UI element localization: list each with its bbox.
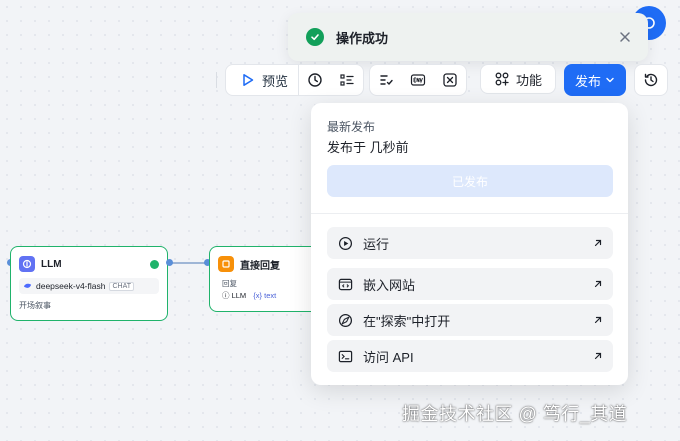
- llm-node[interactable]: LLM deepseek-v4-flash CHAT 开场叙事: [10, 246, 168, 321]
- open-in-explore-label: 在"探索"中打开: [363, 313, 451, 329]
- run-check-button[interactable]: [370, 65, 402, 95]
- model-name: deepseek-v4-flash: [36, 281, 106, 291]
- run-app-label: 运行: [363, 236, 390, 252]
- checklist-icon: [380, 75, 393, 86]
- toast-message: 操作成功: [336, 30, 389, 46]
- conversation-variables-button[interactable]: [434, 65, 466, 95]
- answer-label: 回复: [222, 279, 237, 288]
- llm-output-handle[interactable]: [166, 259, 173, 266]
- published-button[interactable]: 已发布: [327, 165, 613, 197]
- history-icon: [644, 73, 658, 87]
- compass-icon: [337, 312, 353, 328]
- external-arrow-icon: [594, 239, 602, 247]
- preview-button[interactable]: 预览: [226, 65, 300, 95]
- llm-node-title: LLM: [41, 258, 62, 270]
- version-history-button[interactable]: [634, 64, 668, 96]
- check-circle-icon: [306, 28, 324, 46]
- node-connection-edge: [168, 262, 208, 264]
- play-icon: [337, 235, 353, 251]
- clock-check-icon: [308, 73, 322, 87]
- close-icon[interactable]: [618, 30, 632, 44]
- chevron-down-icon: [606, 77, 614, 83]
- external-arrow-icon: [594, 316, 602, 324]
- publish-panel-title: 最新发布: [327, 120, 376, 134]
- list-icon: [340, 74, 354, 86]
- panel-divider: [311, 213, 628, 214]
- access-api-action[interactable]: 访问 API: [327, 340, 613, 372]
- llm-node-icon: [19, 256, 35, 272]
- features-button[interactable]: 功能: [480, 64, 556, 94]
- publish-dropdown: 最新发布 发布于 几秒前 已发布 运行 嵌入网站 在"探索"中打开 访问 API: [311, 103, 628, 385]
- embed-website-label: 嵌入网站: [363, 277, 416, 293]
- env-variables-button[interactable]: [402, 65, 434, 95]
- deepseek-logo-icon: [23, 283, 32, 288]
- publish-label: 发布: [574, 73, 601, 89]
- ref-variable-prefix: {x}: [253, 291, 263, 300]
- open-in-explore-action[interactable]: 在"探索"中打开: [327, 304, 613, 336]
- preview-label: 预览: [262, 73, 289, 89]
- embed-icon: [337, 276, 353, 292]
- ref-node-icon: ⓘ: [222, 291, 230, 300]
- access-api-label: 访问 API: [363, 349, 414, 365]
- toolbar-divider: [216, 72, 217, 88]
- features-label: 功能: [515, 72, 542, 88]
- model-selector[interactable]: deepseek-v4-flash CHAT: [19, 278, 159, 294]
- answer-variable-ref: ⓘ LLM {x} text: [210, 289, 318, 301]
- variables-list-button[interactable]: [331, 65, 363, 95]
- llm-node-footer: 开场叙事: [19, 301, 51, 310]
- external-arrow-icon: [594, 352, 602, 360]
- run-app-action[interactable]: 运行: [327, 227, 613, 259]
- answer-node-icon: [218, 256, 234, 272]
- model-mode-badge: CHAT: [109, 281, 135, 291]
- answer-node[interactable]: 直接回复 回复 ⓘ LLM {x} text: [209, 246, 319, 312]
- variable-x-icon: [443, 73, 457, 87]
- ref-source: LLM: [231, 291, 247, 300]
- ref-variable: text: [264, 291, 277, 300]
- env-icon: [410, 74, 426, 86]
- watermark: 掘金技术社区 @ 笃行_其道: [402, 404, 628, 424]
- embed-website-action[interactable]: 嵌入网站: [327, 268, 613, 300]
- toolbar-group-view: 预览: [225, 64, 365, 96]
- checklist-button[interactable]: [299, 65, 331, 95]
- features-grid-icon: [495, 72, 509, 86]
- external-arrow-icon: [594, 280, 602, 288]
- toolbar-group-env: [369, 64, 467, 96]
- terminal-icon: [337, 348, 353, 364]
- publish-time: 发布于 几秒前: [327, 140, 409, 155]
- answer-node-title: 直接回复: [240, 260, 280, 272]
- success-status-icon: [150, 259, 159, 269]
- success-toast: 操作成功: [288, 13, 648, 61]
- play-outline-icon: [243, 74, 254, 86]
- publish-button[interactable]: 发布: [564, 64, 626, 96]
